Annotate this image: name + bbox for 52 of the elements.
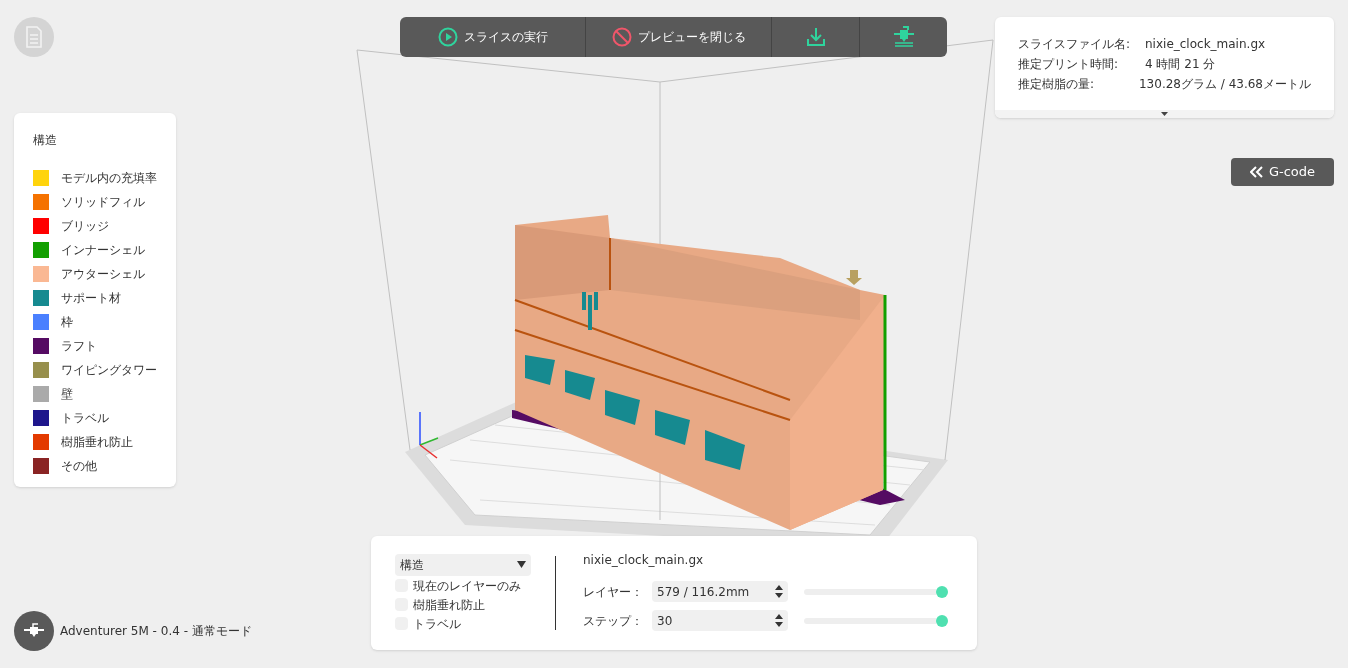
legend-label: インナーシェル	[61, 242, 145, 259]
download-icon	[804, 26, 827, 48]
printer-nozzle-icon	[23, 623, 45, 639]
checkbox-label: 現在のレイヤーのみ	[413, 577, 521, 595]
up-down-arrows-icon	[775, 614, 783, 627]
legend-label: モデル内の充填率	[61, 170, 157, 187]
printer-name: Adventurer 5M - 0.4 - 通常モード	[60, 623, 252, 640]
nozzle-marker-icon	[846, 270, 862, 285]
info-label: スライスファイル名:	[1018, 36, 1132, 53]
number-stepper[interactable]: 579 / 116.2mm	[652, 581, 788, 602]
printer-nozzle-icon	[891, 26, 916, 48]
legend-label: 壁	[61, 386, 73, 403]
legend-label: ラフト	[61, 338, 97, 355]
legend-title: 構造	[33, 132, 57, 149]
play-icon	[437, 27, 458, 47]
gcode-button[interactable]: G-code	[1231, 158, 1334, 186]
legend-label: ブリッジ	[61, 218, 109, 235]
slider-thumb[interactable]	[936, 614, 948, 627]
legend-label: 枠	[61, 314, 73, 331]
slider-label: レイヤー：	[583, 583, 644, 601]
document-button[interactable]	[14, 17, 54, 57]
info-value: 4 時間 21 分	[1145, 56, 1216, 73]
info-value: 130.28グラム / 43.68メートル	[1139, 76, 1311, 93]
toolbar-button[interactable]: プレビューを閉じる	[586, 17, 771, 57]
document-icon	[26, 26, 42, 48]
info-label: 推定樹脂の量:	[1018, 76, 1096, 93]
slider-label: ステップ：	[583, 612, 644, 630]
legend-label: アウターシェル	[61, 266, 145, 283]
view-select[interactable]: 構造	[395, 553, 531, 576]
slider-track[interactable]	[804, 617, 936, 624]
prohibited-icon	[611, 27, 632, 47]
printer-button[interactable]	[14, 611, 54, 651]
file-name: nixie_clock_main.gx	[583, 552, 704, 569]
legend-label: 樹脂垂れ防止	[61, 434, 133, 451]
axis-icon	[419, 411, 439, 459]
caret-down-icon	[1161, 112, 1168, 116]
checkbox-label: 樹脂垂れ防止	[413, 596, 485, 614]
legend-label: ソリッドフィル	[61, 194, 145, 211]
slider-track[interactable]	[804, 588, 936, 595]
legend-label: トラベル	[61, 410, 109, 427]
number-stepper[interactable]: 30	[652, 610, 788, 631]
toolbar-button[interactable]: スライスの実行	[400, 17, 585, 57]
caret-down-icon	[517, 561, 526, 568]
legend-label: その他	[61, 458, 97, 475]
slider-thumb[interactable]	[936, 585, 948, 598]
legend-label: サポート材	[61, 290, 121, 307]
checkbox-label: トラベル	[413, 615, 461, 633]
info-value: nixie_clock_main.gx	[1145, 36, 1266, 53]
double-chevron-left-icon	[1249, 166, 1263, 178]
legend-label: ワイピングタワー	[61, 362, 157, 379]
up-down-arrows-icon	[775, 585, 783, 598]
info-label: 推定プリント時間:	[1018, 56, 1120, 73]
